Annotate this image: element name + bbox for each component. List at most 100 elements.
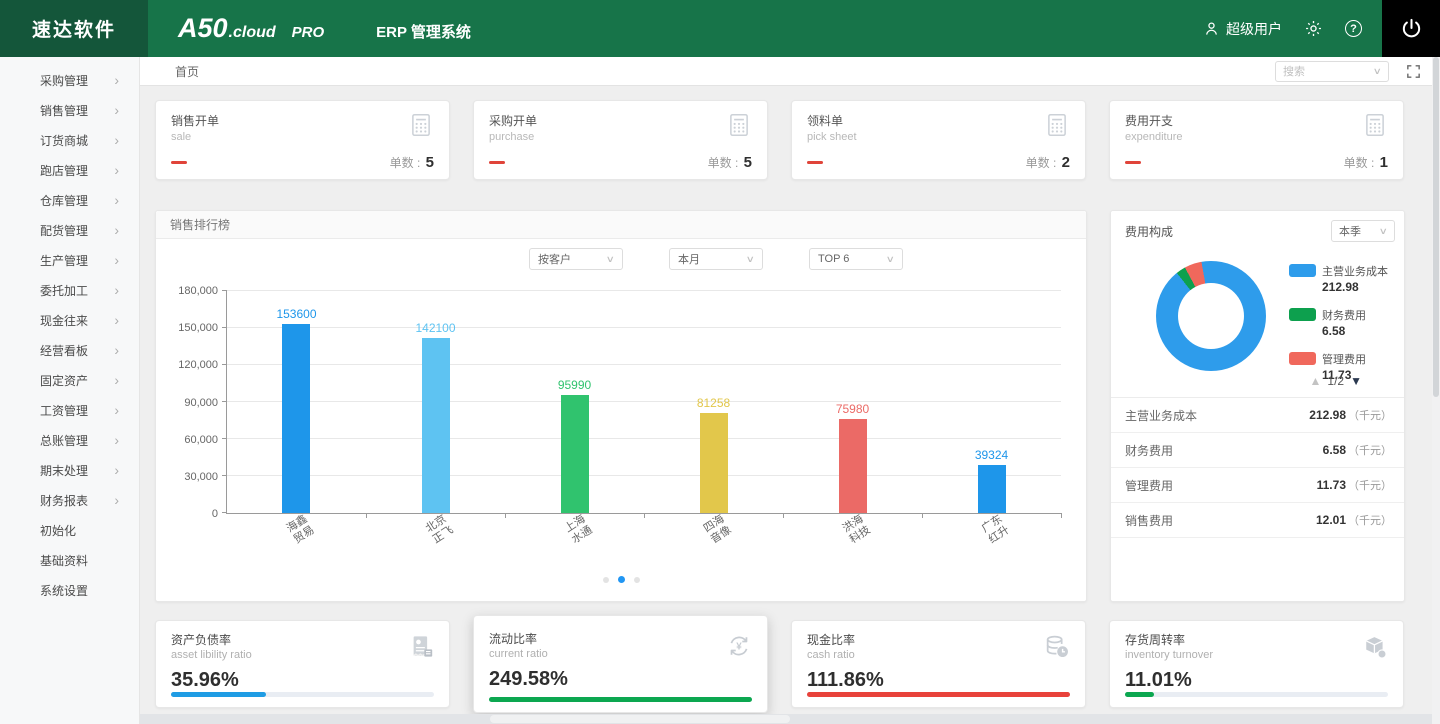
logout-power-button[interactable] <box>1382 0 1440 57</box>
bar-chart-x-axis: 海鑫贸易北京正飞上海水通四海音像洪海科技广东红升 <box>226 514 1061 564</box>
sidebar-item[interactable]: 工资管理› <box>0 395 139 425</box>
bar-北京正飞[interactable] <box>422 338 450 513</box>
kpi-progress-fill <box>1125 692 1154 697</box>
main-content: 销售开单sale单数 : 5采购开单purchase单数 : 5领料单pick … <box>140 86 1432 714</box>
filter-select[interactable]: 本月∨ <box>669 248 763 270</box>
kpi-subtitle: cash ratio <box>807 649 1070 661</box>
carousel-dot[interactable] <box>603 577 609 583</box>
sidebar-item-label: 仓库管理 <box>40 192 88 209</box>
coins-clock-icon <box>1043 633 1071 666</box>
sidebar-item-label: 销售管理 <box>40 102 88 119</box>
pager-down-icon[interactable]: ▼ <box>1350 374 1362 388</box>
sidebar-item[interactable]: 生产管理› <box>0 245 139 275</box>
carousel-dot[interactable] <box>618 576 625 583</box>
carousel-dot[interactable] <box>634 577 640 583</box>
search-select[interactable]: 搜索 ∨ <box>1275 61 1389 82</box>
kpi-subtitle: current ratio <box>489 648 752 660</box>
bar-四海音像[interactable] <box>700 413 728 513</box>
settings-gear-icon[interactable] <box>1304 19 1323 38</box>
stat-card-subtitle: expenditure <box>1125 131 1183 143</box>
sidebar-item[interactable]: 现金往来› <box>0 305 139 335</box>
svg-text:¥: ¥ <box>736 641 742 652</box>
legend-item[interactable]: 财务费用6.58 <box>1289 307 1388 338</box>
expense-rows: 主营业务成本212.98（千元）财务费用6.58（千元）管理费用11.73（千元… <box>1111 397 1404 538</box>
stat-card-title: 领料单 <box>807 112 857 129</box>
sidebar-item[interactable]: 期末处理 › <box>0 455 139 485</box>
sidebar-item[interactable]: 系统设置 <box>0 575 139 605</box>
expense-row-value: 212.98（千元） <box>1309 407 1392 423</box>
red-dash <box>489 161 505 164</box>
help-icon[interactable]: ? <box>1345 20 1362 37</box>
period-select[interactable]: 本季 ∨ <box>1331 220 1395 242</box>
sales-ranking-title: 销售排行榜 <box>170 216 230 233</box>
vertical-scrollbar-thumb[interactable] <box>1433 57 1439 397</box>
sidebar-item[interactable]: 固定资产› <box>0 365 139 395</box>
stat-cards-row: 销售开单sale单数 : 5采购开单purchase单数 : 5领料单pick … <box>155 100 1404 180</box>
bar-海鑫贸易[interactable] <box>282 324 310 513</box>
bar-上海水通[interactable] <box>561 395 589 513</box>
sidebar-item[interactable]: 配货管理› <box>0 215 139 245</box>
chevron-right-icon: › <box>114 463 119 477</box>
pager-up-icon[interactable]: ▲ <box>1310 374 1322 388</box>
calculator-icon <box>408 112 434 143</box>
breadcrumb[interactable]: 首页 <box>175 63 199 80</box>
donut-legend: 主营业务成本212.98财务费用6.58管理费用11.73 <box>1289 263 1388 382</box>
receipt-icon <box>408 633 435 665</box>
expense-row-unit: （千元） <box>1348 515 1392 527</box>
sidebar-item-label: 跑店管理 <box>40 162 88 179</box>
product-brand: A50 .cloud PRO ERP 管理系统 <box>178 13 471 44</box>
kpi-value: 11.01% <box>1125 669 1388 692</box>
sidebar-item[interactable]: 总账管理› <box>0 425 139 455</box>
user-menu[interactable]: 超级用户 <box>1203 19 1282 39</box>
stat-card-subtitle: pick sheet <box>807 131 857 143</box>
kpi-card: 现金比率cash ratio111.86% <box>791 620 1086 708</box>
kpi-card: 流动比率current ratio¥249.58% <box>473 615 768 713</box>
sidebar-item[interactable]: 跑店管理› <box>0 155 139 185</box>
power-icon <box>1400 17 1423 40</box>
toolbar-right: 搜索 ∨ <box>1275 61 1432 82</box>
fullscreen-icon[interactable] <box>1405 63 1422 80</box>
sidebar-item-label: 委托加工 <box>40 282 88 299</box>
pager-label: 1/2 <box>1327 374 1344 388</box>
stat-card: 领料单pick sheet单数 : 2 <box>791 100 1086 180</box>
expense-panel-header: 费用构成 本季 ∨ <box>1111 211 1404 242</box>
stat-card-count: 单数 : 5 <box>708 154 752 171</box>
bar-洪海科技[interactable] <box>839 419 867 513</box>
sidebar-item[interactable]: 采购管理› <box>0 65 139 95</box>
expense-row-value: 11.73（千元） <box>1317 477 1392 493</box>
legend-label: 管理费用 <box>1322 351 1366 367</box>
sidebar-item[interactable]: 仓库管理› <box>0 185 139 215</box>
sidebar-item-label: 期末处理 <box>40 462 88 479</box>
filter-value: TOP 6 <box>818 253 849 265</box>
sidebar-item[interactable]: 订货商城› <box>0 125 139 155</box>
product-description: ERP 管理系统 <box>376 21 471 42</box>
sidebar-item[interactable]: 财务报表› <box>0 485 139 515</box>
filter-select[interactable]: 按客户∨ <box>529 248 623 270</box>
sidebar-item-label: 固定资产 <box>40 372 88 389</box>
filter-select[interactable]: TOP 6∨ <box>809 248 903 270</box>
chevron-down-icon: ∨ <box>606 254 615 265</box>
sales-ranking-card: 销售排行榜 按客户∨本月∨TOP 6∨ 030,00060,00090,0001… <box>155 210 1087 602</box>
sidebar-item[interactable]: 委托加工› <box>0 275 139 305</box>
sidebar: 采购管理›销售管理›订货商城›跑店管理›仓库管理›配货管理›生产管理›委托加工›… <box>0 57 140 724</box>
bar-广东红升[interactable] <box>978 465 1006 513</box>
bar-value-label: 39324 <box>975 448 1008 462</box>
sidebar-item[interactable]: 经营看板› <box>0 335 139 365</box>
kpi-subtitle: inventory turnover <box>1125 649 1388 661</box>
horizontal-scrollbar-thumb[interactable] <box>490 715 790 723</box>
y-axis-label: 150,000 <box>178 322 218 334</box>
gridline <box>227 290 1061 291</box>
bar-value-label: 95990 <box>558 378 591 392</box>
erp-dashboard: 速达软件 A50 .cloud PRO ERP 管理系统 超级用户 ? <box>0 0 1440 724</box>
vertical-scrollbar[interactable] <box>1432 57 1440 724</box>
kpi-title: 流动比率 <box>489 630 752 647</box>
horizontal-scrollbar[interactable] <box>140 714 1432 724</box>
chevron-right-icon: › <box>114 133 119 147</box>
app-logo[interactable]: 速达软件 <box>0 0 148 57</box>
sidebar-item[interactable]: 初始化 <box>0 515 139 545</box>
red-dash <box>1125 161 1141 164</box>
y-axis-label: 0 <box>212 508 218 520</box>
sidebar-item[interactable]: 销售管理› <box>0 95 139 125</box>
legend-item[interactable]: 主营业务成本212.98 <box>1289 263 1388 294</box>
sidebar-item[interactable]: 基础资料 <box>0 545 139 575</box>
